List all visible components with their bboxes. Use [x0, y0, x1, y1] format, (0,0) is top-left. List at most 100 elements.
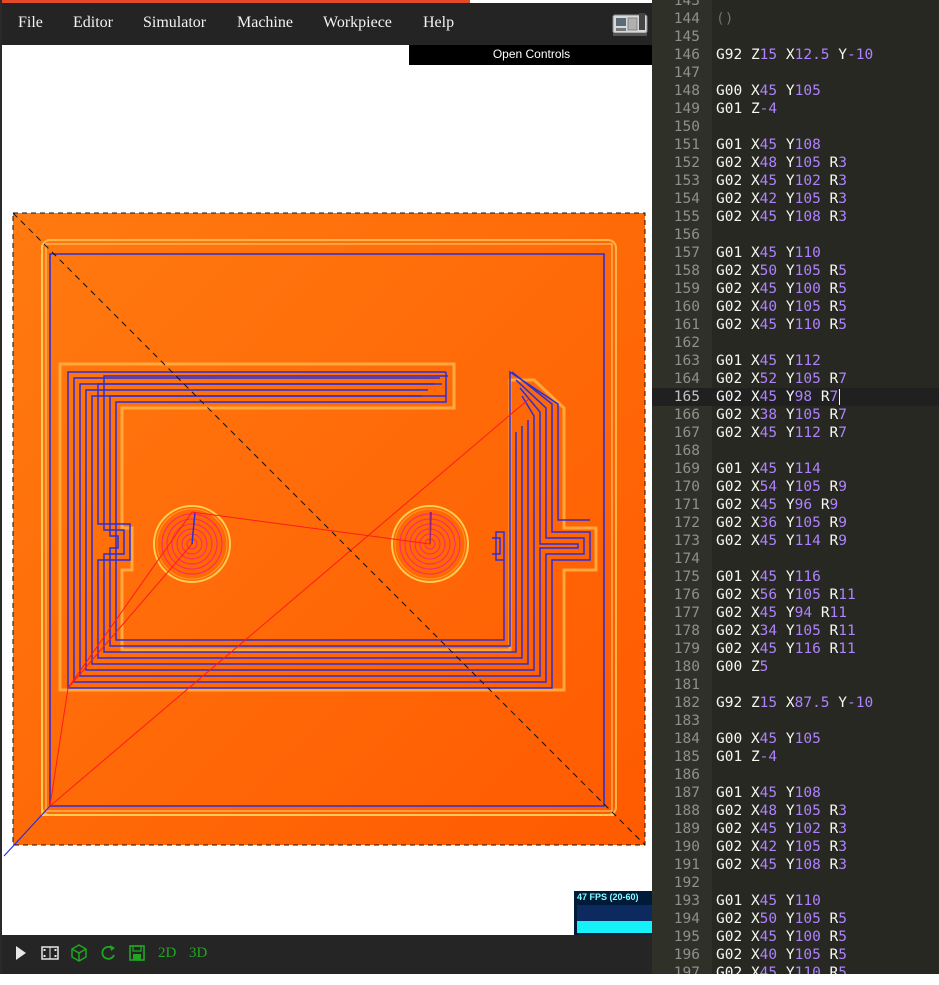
code-line[interactable]: 161 G02 X45 Y110 R5	[652, 316, 939, 334]
code-line[interactable]: 160 G02 X40 Y105 R5	[652, 298, 939, 316]
code-line[interactable]: 186	[652, 766, 939, 784]
cube-icon[interactable]	[70, 935, 88, 971]
line-number: 164	[673, 371, 700, 387]
line-number: 169	[673, 461, 700, 477]
code-line[interactable]: 189 G02 X45 Y102 R3	[652, 820, 939, 838]
code-line[interactable]: 164 G02 X52 Y105 R7	[652, 370, 939, 388]
line-number: 177	[673, 605, 700, 621]
open-controls-button[interactable]: Open Controls	[409, 45, 654, 65]
view-3d-button[interactable]: 3D	[189, 935, 207, 971]
code-text: G02 X45 Y116 R11	[716, 641, 856, 657]
code-line[interactable]: 151 G01 X45 Y108	[652, 136, 939, 154]
code-line[interactable]: 183	[652, 712, 939, 730]
code-line[interactable]: 152 G02 X48 Y105 R3	[652, 154, 939, 172]
line-number: 170	[673, 479, 700, 495]
code-line[interactable]: 146 G92 Z15 X12.5 Y-10	[652, 46, 939, 64]
menu-machine[interactable]: Machine	[237, 3, 293, 45]
code-line[interactable]: 145	[652, 28, 939, 46]
menu-simulator[interactable]: Simulator	[143, 3, 206, 45]
code-line[interactable]: 143	[652, 0, 939, 10]
code-line[interactable]: 185 G01 Z-4	[652, 748, 939, 766]
code-line[interactable]: 180 G00 Z5	[652, 658, 939, 676]
code-line[interactable]: 165 G02 X45 Y98 R7	[652, 388, 939, 406]
code-line[interactable]: 175 G01 X45 Y116	[652, 568, 939, 586]
line-number: 175	[673, 569, 700, 585]
line-number: 191	[673, 857, 700, 873]
line-number: 162	[673, 335, 700, 351]
code-line[interactable]: 181	[652, 676, 939, 694]
code-text: ()	[716, 11, 734, 27]
code-line[interactable]: 157 G01 X45 Y110	[652, 244, 939, 262]
code-text: G02 X42 Y105 R3	[716, 191, 848, 207]
code-line[interactable]: 196 G02 X40 Y105 R5	[652, 946, 939, 964]
line-number: 150	[673, 119, 700, 135]
code-line[interactable]: 184 G00 X45 Y105	[652, 730, 939, 748]
code-text: G02 X40 Y105 R5	[716, 947, 848, 963]
code-text: G92 Z15 X12.5 Y-10	[716, 47, 874, 63]
line-number: 147	[673, 65, 700, 81]
code-line[interactable]: 187 G01 X45 Y108	[652, 784, 939, 802]
film-icon[interactable]	[41, 935, 59, 971]
code-text: G02 X45 Y100 R5	[716, 281, 848, 297]
code-line[interactable]: 194 G02 X50 Y105 R5	[652, 910, 939, 928]
cnc-machine-icon[interactable]	[612, 9, 648, 37]
line-number: 174	[673, 551, 700, 567]
code-line[interactable]: 191 G02 X45 Y108 R3	[652, 856, 939, 874]
code-text: G02 X48 Y105 R3	[716, 155, 848, 171]
save-icon[interactable]	[128, 935, 146, 971]
code-line[interactable]: 190 G02 X42 Y105 R3	[652, 838, 939, 856]
code-line[interactable]: 188 G02 X48 Y105 R3	[652, 802, 939, 820]
code-line[interactable]: 155 G02 X45 Y108 R3	[652, 208, 939, 226]
code-line[interactable]: 197 G02 X45 Y110 R5	[652, 964, 939, 974]
code-line[interactable]: 153 G02 X45 Y102 R3	[652, 172, 939, 190]
menu-editor[interactable]: Editor	[73, 3, 113, 45]
code-line[interactable]: 171 G02 X45 Y96 R9	[652, 496, 939, 514]
code-line[interactable]: 166 G02 X38 Y105 R7	[652, 406, 939, 424]
gcode-editor[interactable]: 143 144 () 145 146 G92 Z15 X12.5 Y-10 147 148 G0…	[652, 0, 939, 974]
code-line[interactable]: 182 G92 Z15 X87.5 Y-10	[652, 694, 939, 712]
line-number: 149	[673, 101, 700, 117]
code-line[interactable]: 174	[652, 550, 939, 568]
code-text: G02 X34 Y105 R11	[716, 623, 856, 639]
code-line[interactable]: 193 G01 X45 Y110	[652, 892, 939, 910]
code-line[interactable]: 169 G01 X45 Y114	[652, 460, 939, 478]
code-line[interactable]: 173 G02 X45 Y114 R9	[652, 532, 939, 550]
line-number: 153	[673, 173, 700, 189]
code-line[interactable]: 172 G02 X36 Y105 R9	[652, 514, 939, 532]
code-text: G02 X50 Y105 R5	[716, 911, 848, 927]
code-line[interactable]: 167 G02 X45 Y112 R7	[652, 424, 939, 442]
code-line[interactable]: 159 G02 X45 Y100 R5	[652, 280, 939, 298]
code-line[interactable]: 148 G00 X45 Y105	[652, 82, 939, 100]
code-line[interactable]: 147	[652, 64, 939, 82]
text-cursor	[838, 389, 840, 405]
code-line[interactable]: 163 G01 X45 Y112	[652, 352, 939, 370]
menu-workpiece[interactable]: Workpiece	[323, 3, 392, 45]
code-line[interactable]: 162	[652, 334, 939, 352]
code-line[interactable]: 149 G01 Z-4	[652, 100, 939, 118]
code-line[interactable]: 168	[652, 442, 939, 460]
code-text: G02 X56 Y105 R11	[716, 587, 856, 603]
code-line[interactable]: 178 G02 X34 Y105 R11	[652, 622, 939, 640]
code-line[interactable]: 158 G02 X50 Y105 R5	[652, 262, 939, 280]
code-line[interactable]: 170 G02 X54 Y105 R9	[652, 478, 939, 496]
line-number: 156	[673, 227, 700, 243]
view-2d-button[interactable]: 2D	[158, 935, 176, 971]
play-icon[interactable]	[14, 935, 28, 971]
refresh-icon[interactable]	[99, 935, 117, 971]
app-window: File Editor Simulator Machine Workpiece …	[0, 0, 939, 974]
menu-help[interactable]: Help	[423, 3, 454, 45]
code-line[interactable]: 179 G02 X45 Y116 R11	[652, 640, 939, 658]
code-text: G00 X45 Y105	[716, 731, 821, 747]
code-line[interactable]: 192	[652, 874, 939, 892]
line-number: 193	[673, 893, 700, 909]
code-line[interactable]: 156	[652, 226, 939, 244]
menu-file[interactable]: File	[18, 3, 43, 45]
code-line[interactable]: 154 G02 X42 Y105 R3	[652, 190, 939, 208]
code-line[interactable]: 150	[652, 118, 939, 136]
line-number: 188	[673, 803, 700, 819]
code-line[interactable]: 176 G02 X56 Y105 R11	[652, 586, 939, 604]
code-line[interactable]: 177 G02 X45 Y94 R11	[652, 604, 939, 622]
3d-viewport[interactable]	[2, 65, 654, 935]
code-line[interactable]: 144 ()	[652, 10, 939, 28]
code-line[interactable]: 195 G02 X45 Y100 R5	[652, 928, 939, 946]
